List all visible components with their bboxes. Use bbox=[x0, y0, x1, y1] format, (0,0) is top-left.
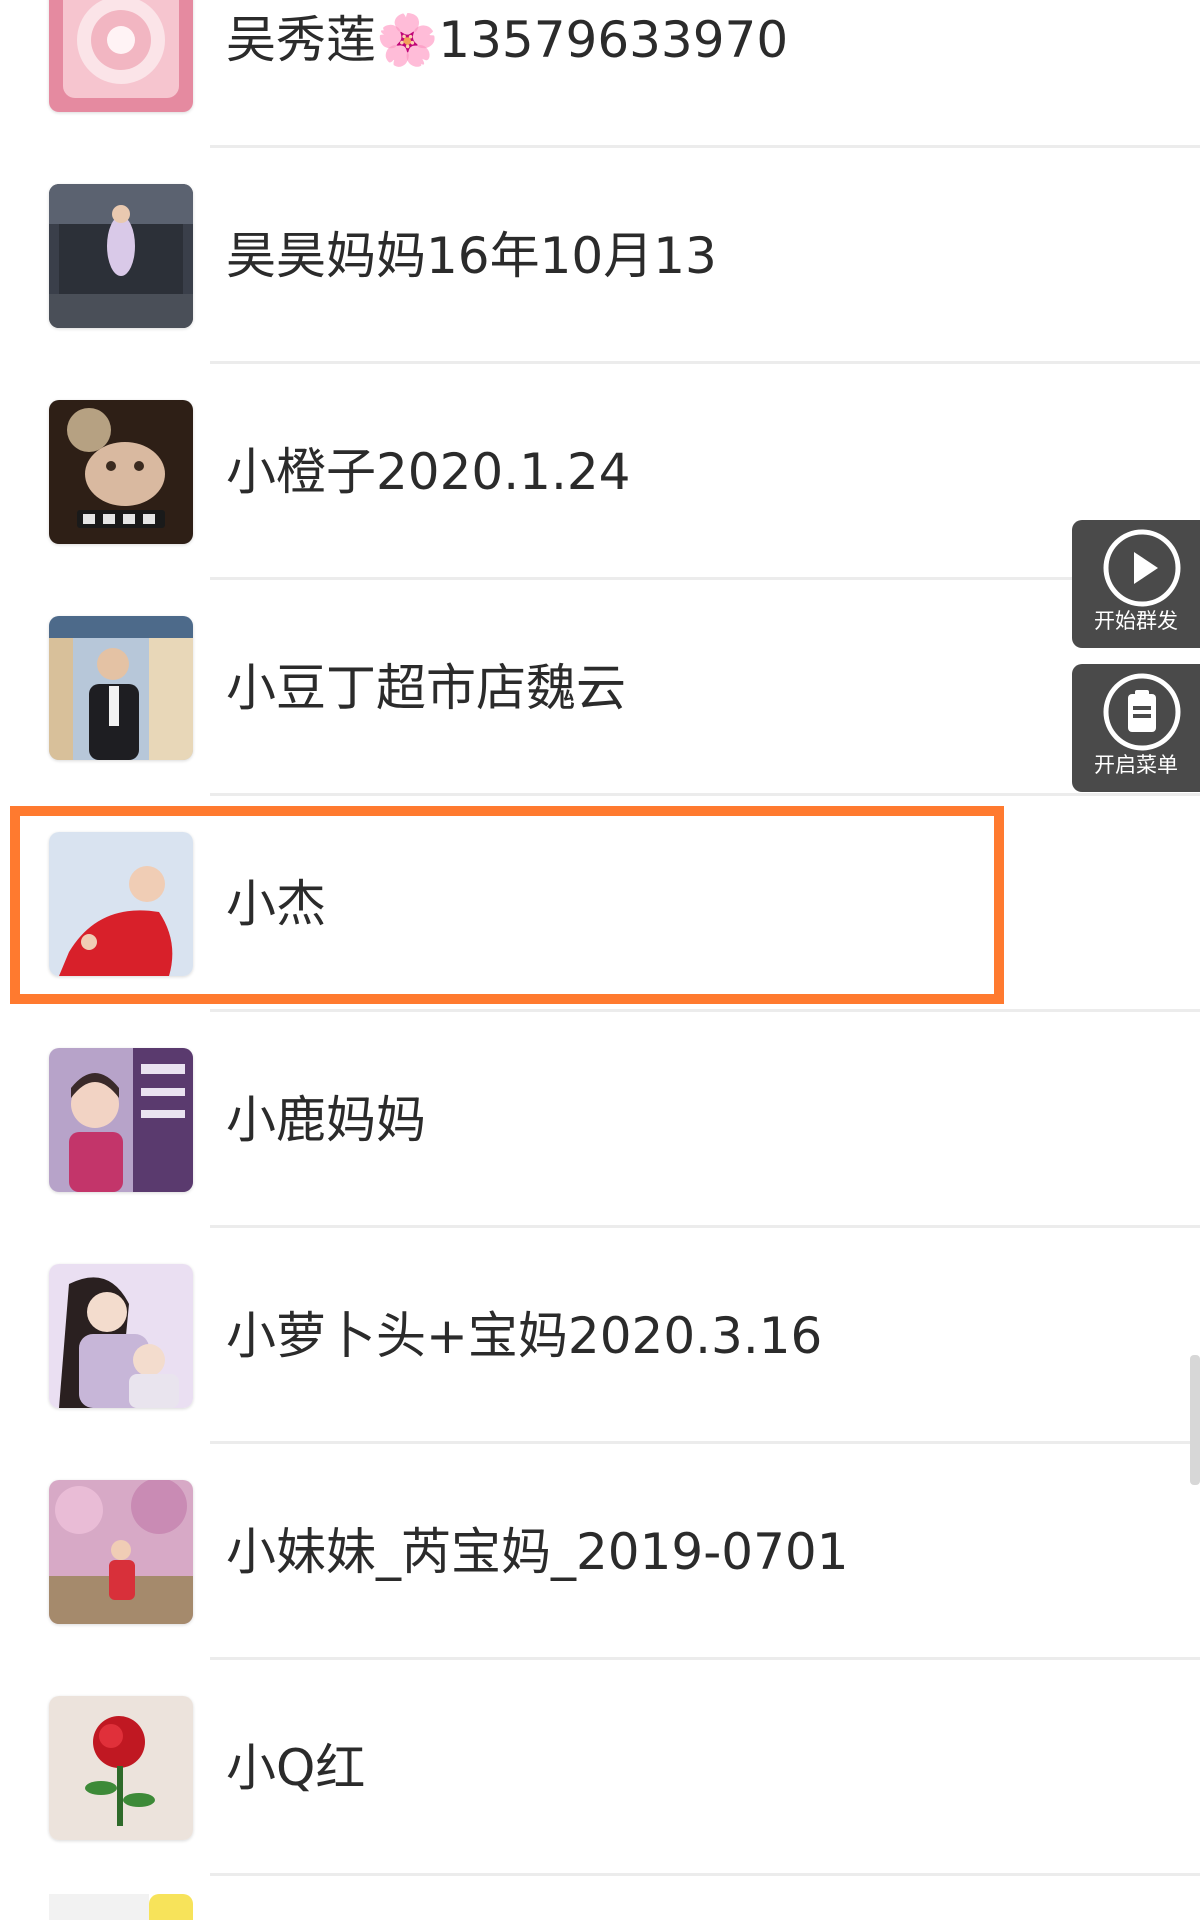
contact-name: 小豆丁超市店魏云 bbox=[226, 659, 626, 717]
partial-avatar bbox=[49, 1894, 193, 1920]
play-icon bbox=[1103, 529, 1181, 607]
contact-list: 吴秀莲🌸13579633970 昊昊妈妈16年10月13 小橙子2020.1.2… bbox=[0, 0, 1200, 1876]
cat-photo-avatar bbox=[49, 400, 193, 544]
red-rose-avatar bbox=[49, 1696, 193, 1840]
contact-row[interactable]: 小杰 bbox=[0, 796, 1200, 1012]
row-divider bbox=[210, 1873, 1200, 1876]
contact-row[interactable]: 小橙子2020.1.24 bbox=[0, 364, 1200, 580]
baby-in-red-avatar bbox=[49, 832, 193, 976]
woman-with-baby-avatar bbox=[49, 1264, 193, 1408]
pink-blossom-avatar bbox=[49, 1480, 193, 1624]
contact-name: 小妹妹_芮宝妈_2019-0701 bbox=[226, 1523, 849, 1581]
open-menu-button[interactable]: 开启菜单 bbox=[1072, 664, 1200, 792]
scrollbar[interactable] bbox=[1190, 1355, 1200, 1485]
contact-name: 小杰 bbox=[226, 875, 326, 933]
clipboard-icon bbox=[1103, 673, 1181, 751]
man-in-shop-avatar bbox=[49, 616, 193, 760]
contact-list-screen: 吴秀莲🌸13579633970 昊昊妈妈16年10月13 小橙子2020.1.2… bbox=[0, 0, 1200, 1920]
start-broadcast-label: 开始群发 bbox=[1094, 609, 1178, 633]
contact-name: 小鹿妈妈 bbox=[226, 1091, 426, 1149]
contact-name: 昊昊妈妈16年10月13 bbox=[226, 227, 717, 285]
contact-name: 小Q红 bbox=[226, 1739, 366, 1797]
flower-card-avatar bbox=[49, 0, 193, 112]
contact-row[interactable]: 小豆丁超市店魏云 bbox=[0, 580, 1200, 796]
contact-name: 吴秀莲🌸13579633970 bbox=[226, 11, 789, 69]
open-menu-label: 开启菜单 bbox=[1094, 753, 1178, 777]
contact-row-partial[interactable] bbox=[0, 1880, 1200, 1920]
contact-row[interactable]: 昊昊妈妈16年10月13 bbox=[0, 148, 1200, 364]
contact-row[interactable]: 小鹿妈妈 bbox=[0, 1012, 1200, 1228]
contact-row[interactable]: 小Q红 bbox=[0, 1660, 1200, 1876]
stage-performer-avatar bbox=[49, 184, 193, 328]
contact-name: 小橙子2020.1.24 bbox=[226, 443, 631, 501]
start-broadcast-button[interactable]: 开始群发 bbox=[1072, 520, 1200, 648]
contact-row[interactable]: 小妹妹_芮宝妈_2019-0701 bbox=[0, 1444, 1200, 1660]
contact-name: 小萝卜头+宝妈2020.3.16 bbox=[226, 1307, 823, 1365]
contact-row[interactable]: 小萝卜头+宝妈2020.3.16 bbox=[0, 1228, 1200, 1444]
child-with-banner-avatar bbox=[49, 1048, 193, 1192]
contact-row[interactable]: 吴秀莲🌸13579633970 bbox=[0, 0, 1200, 148]
